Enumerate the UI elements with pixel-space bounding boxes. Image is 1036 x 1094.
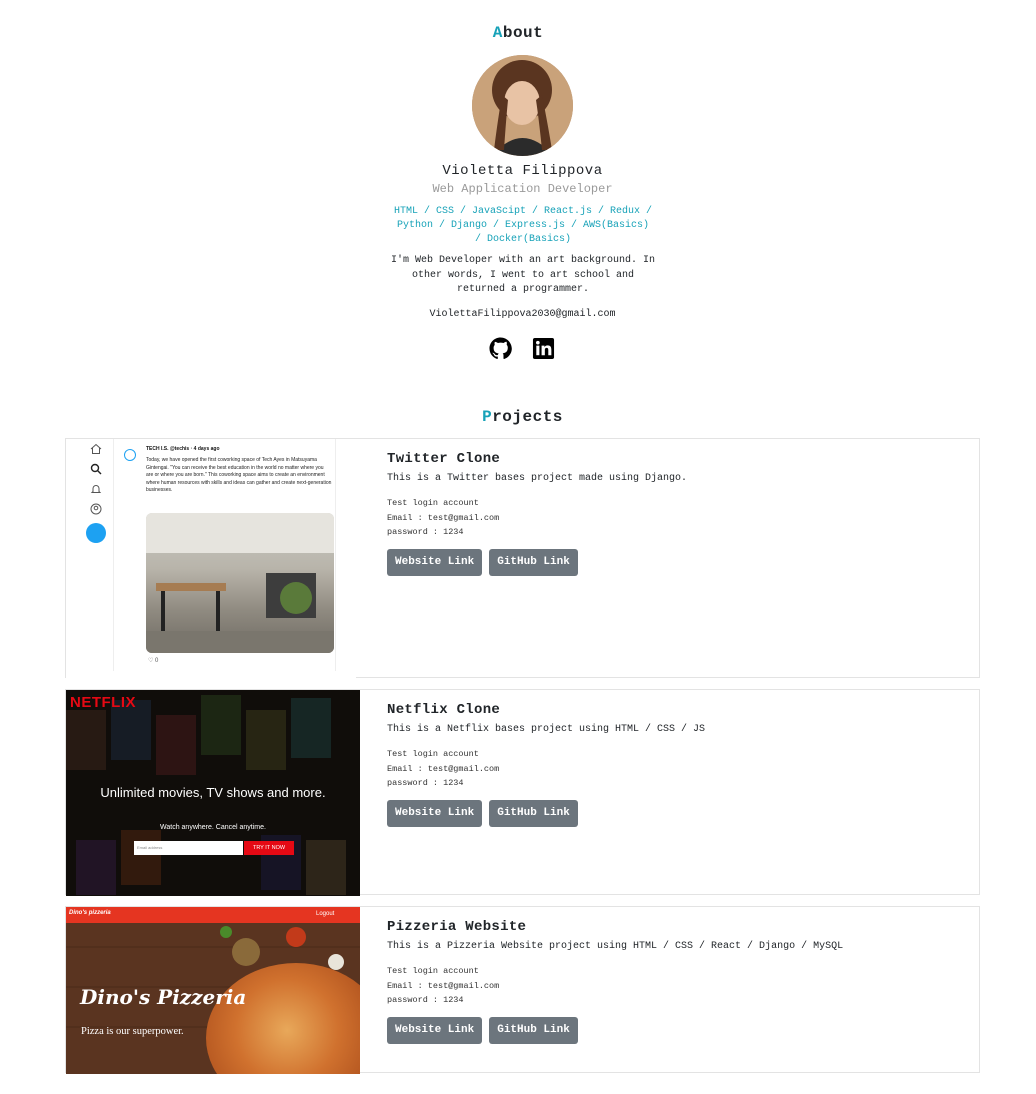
credentials-password: password : 1234 bbox=[387, 778, 464, 788]
test-credentials: Test login account Email : test@gmail.co… bbox=[387, 964, 843, 1008]
globe-icon bbox=[124, 449, 136, 461]
website-link-button[interactable]: Website Link bbox=[387, 548, 483, 576]
project-description: This is a Twitter bases project made usi… bbox=[387, 473, 688, 484]
credentials-email: Email : test@gmail.com bbox=[387, 512, 500, 523]
project-card-netflix: NETFLIX Unlimited movies, TV shows and m… bbox=[65, 689, 980, 896]
project-links: Website Link GitHub Link bbox=[387, 548, 687, 576]
github-link-button[interactable]: GitHub Link bbox=[489, 1016, 578, 1044]
project-title: Netflix Clone bbox=[387, 702, 501, 718]
twitter-nav-column bbox=[84, 443, 108, 543]
linkedin-icon bbox=[532, 337, 555, 360]
netflix-cta-button: TRY IT NOW bbox=[244, 841, 294, 855]
about-heading-initial: A bbox=[492, 24, 503, 42]
project-info: Pizzeria Website This is a Pizzeria Webs… bbox=[387, 919, 843, 1044]
avatar bbox=[472, 55, 573, 156]
pizzeria-navbar: Dino's pizzeria Logout bbox=[66, 907, 360, 923]
projects-heading: Projects bbox=[0, 408, 1036, 426]
tweet-photo bbox=[146, 513, 334, 653]
credentials-password: password : 1234 bbox=[387, 995, 464, 1005]
credentials-email: Email : test@gmail.com bbox=[387, 980, 500, 991]
about-heading-rest: bout bbox=[502, 24, 544, 42]
projects-heading-initial: P bbox=[482, 408, 493, 426]
credentials-email: Email : test@gmail.com bbox=[387, 763, 500, 774]
project-info: Netflix Clone This is a Netflix bases pr… bbox=[387, 702, 705, 827]
project-links: Website Link GitHub Link bbox=[387, 799, 705, 827]
compose-tweet-icon bbox=[86, 523, 106, 543]
netflix-email-input: Email address bbox=[134, 841, 243, 855]
credentials-label: Test login account bbox=[387, 498, 479, 508]
search-icon bbox=[90, 463, 102, 475]
website-link-button[interactable]: Website Link bbox=[387, 799, 483, 827]
profile-role: Web Application Developer bbox=[432, 182, 613, 196]
profile-icon bbox=[90, 503, 102, 515]
twitter-preview-image: TECH I.S. @techis · 4 days ago Today, we… bbox=[66, 439, 356, 679]
home-icon bbox=[90, 443, 102, 454]
project-links: Website Link GitHub Link bbox=[387, 1016, 843, 1044]
credentials-label: Test login account bbox=[387, 966, 479, 976]
netflix-preview-image: NETFLIX Unlimited movies, TV shows and m… bbox=[66, 690, 360, 896]
test-credentials: Test login account Email : test@gmail.co… bbox=[387, 747, 705, 791]
social-links bbox=[489, 337, 555, 360]
profile-bio: I'm Web Developer with an art background… bbox=[390, 255, 656, 295]
github-icon bbox=[489, 337, 512, 359]
project-card-twitter: TECH I.S. @techis · 4 days ago Today, we… bbox=[65, 438, 980, 679]
project-description: This is a Netflix bases project using HT… bbox=[387, 724, 706, 735]
tweet-likes: ♡ 0 bbox=[148, 658, 159, 664]
twitter-feed: TECH I.S. @techis · 4 days ago Today, we… bbox=[113, 439, 336, 671]
project-title: Pizzeria Website bbox=[387, 919, 527, 935]
project-card-pizzeria: Dino's pizzeria Logout Dino's Pizzeria P… bbox=[65, 906, 980, 1074]
projects-heading-rest: rojects bbox=[492, 408, 563, 426]
pizzeria-tagline: Pizza is our superpower. bbox=[81, 1026, 184, 1037]
credentials-label: Test login account bbox=[387, 749, 479, 759]
netflix-logo: NETFLIX bbox=[70, 694, 136, 711]
netflix-headline: Unlimited movies, TV shows and more. bbox=[100, 785, 326, 800]
credentials-password: password : 1234 bbox=[387, 527, 464, 537]
test-credentials: Test login account Email : test@gmail.co… bbox=[387, 496, 687, 540]
avatar-portrait bbox=[472, 55, 573, 156]
netflix-subtitle: Watch anywhere. Cancel anytime. bbox=[160, 824, 266, 831]
project-title: Twitter Clone bbox=[387, 451, 501, 467]
github-link-button[interactable]: GitHub Link bbox=[489, 799, 578, 827]
project-info: Twitter Clone This is a Twitter bases pr… bbox=[387, 451, 687, 576]
about-heading: About bbox=[0, 24, 1036, 42]
profile-email: ViolettaFilippova2030@gmail.com bbox=[429, 309, 616, 320]
linkedin-link[interactable] bbox=[532, 337, 555, 360]
pizzeria-logout: Logout bbox=[316, 911, 335, 917]
github-link-button[interactable]: GitHub Link bbox=[489, 548, 578, 576]
pizzeria-title: Dino's Pizzeria bbox=[80, 985, 247, 1009]
profile-name: Violetta Filippova bbox=[442, 163, 603, 179]
pizzeria-brand: Dino's pizzeria bbox=[69, 910, 111, 916]
project-description: This is a Pizzeria Website project using… bbox=[387, 941, 844, 952]
tweet-handle: TECH I.S. @techis · 4 days ago bbox=[146, 446, 220, 452]
skills-list: HTML / CSS / JavaScipt / React.js / Redu… bbox=[393, 206, 653, 245]
bell-icon bbox=[90, 485, 102, 493]
github-link[interactable] bbox=[489, 337, 512, 360]
website-link-button[interactable]: Website Link bbox=[387, 1016, 483, 1044]
tweet-text: Today, we have opened the first coworkin… bbox=[146, 457, 332, 493]
pizzeria-preview-image: Dino's pizzeria Logout Dino's Pizzeria P… bbox=[66, 907, 360, 1074]
